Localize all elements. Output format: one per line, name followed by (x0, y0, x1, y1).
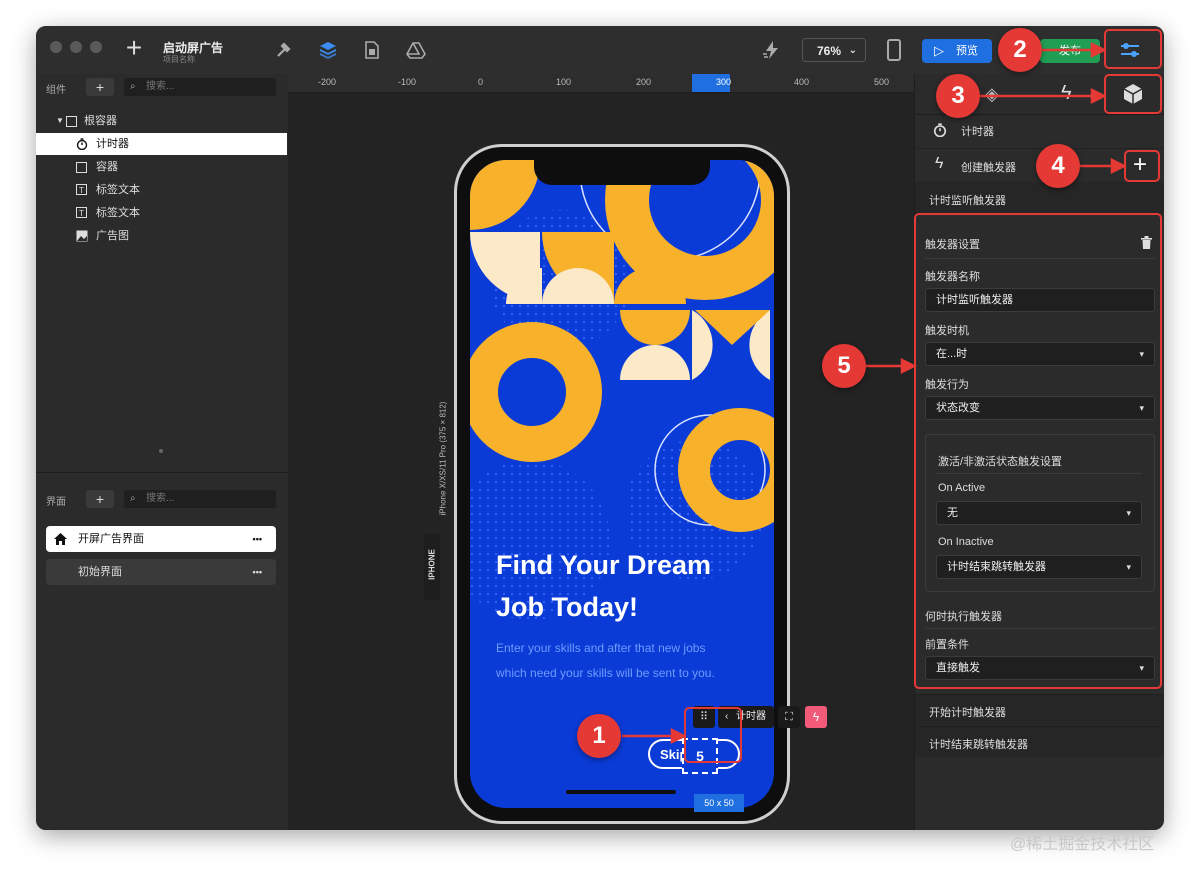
annotation-badge-2: 2 (998, 28, 1042, 72)
annotation-badge-3: 3 (936, 74, 980, 118)
annotation-badge-1: 1 (577, 714, 621, 758)
annotation-badge-5: 5 (822, 344, 866, 388)
watermark: @稀土掘金技术社区 (1010, 836, 1155, 853)
annotation-badge-4: 4 (1036, 144, 1080, 188)
